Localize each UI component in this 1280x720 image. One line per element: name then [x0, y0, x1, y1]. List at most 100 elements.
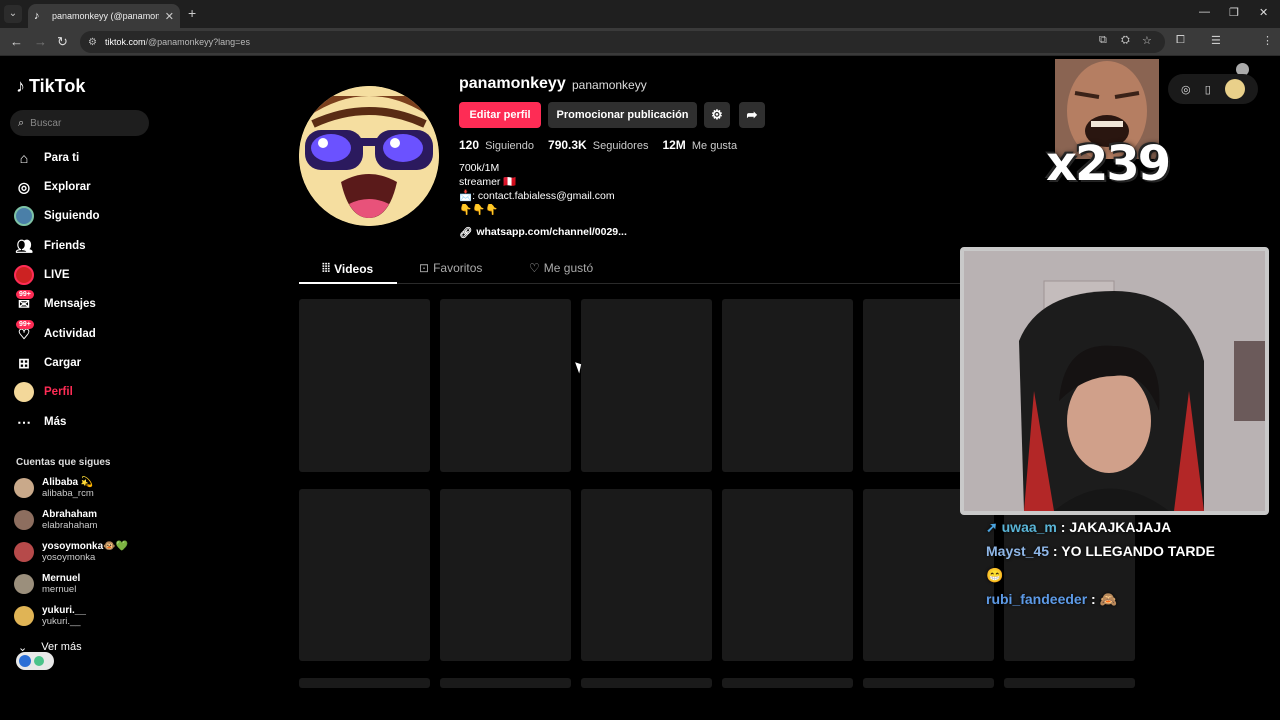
reading-list-icon[interactable]: ☰	[1211, 34, 1221, 47]
tab-videos[interactable]: ⦙⦙⦙ Videos	[322, 261, 373, 276]
video-thumbnail[interactable]	[440, 299, 571, 472]
bio-line: 👇👇👇	[459, 204, 499, 216]
following-account-item[interactable]: Alibaba 💫 alibaba_rcm	[14, 477, 94, 499]
chat-username: rubi_fandeeder	[986, 591, 1088, 607]
tiktok-note-icon: ♪	[16, 76, 25, 96]
messages-icon: ✉ 99+	[14, 290, 34, 314]
url-domain: tiktok.com	[104, 37, 146, 47]
following-account-item[interactable]: Abrahaham elabrahaham	[14, 509, 97, 531]
top-right-actions: ◎ ▯	[1168, 74, 1258, 104]
url-path: /@panamonkeyy?lang=es	[145, 37, 250, 47]
video-thumbnail[interactable]	[581, 299, 712, 472]
new-tab-button[interactable]: +	[188, 5, 196, 21]
upload-icon: ⊞	[18, 354, 30, 371]
stat-value: 12M	[662, 138, 686, 152]
sidebar-item-label: Para ti	[44, 152, 80, 164]
reload-icon[interactable]: ↻	[57, 34, 68, 50]
live-icon	[14, 265, 34, 285]
video-thumbnail[interactable]	[440, 678, 571, 688]
profile-bio: 700k/1M streamer 🇵🇪 📩: contact.fabialess…	[459, 161, 615, 217]
translate-icon[interactable]: ⛭	[1121, 34, 1130, 47]
video-thumbnail[interactable]	[440, 489, 571, 661]
stat-value: 790.3K	[548, 138, 587, 152]
tab-close-icon[interactable]: ✕	[165, 10, 174, 23]
address-bar[interactable]: ⚙ tiktok.com/@panamonkeyy?lang=es	[80, 31, 1165, 53]
bookmark-icon: ⊡	[419, 261, 430, 275]
profile-link[interactable]: 🔗︎ whatsapp.com/channel/0029...	[459, 226, 627, 239]
sidebar-item-perfil[interactable]: Perfil	[14, 381, 73, 403]
chat-message: Mayst_45 : YO LLEGANDO TARDE 😁	[986, 543, 1215, 583]
profile-avatar[interactable]	[299, 86, 439, 226]
video-thumbnail[interactable]	[722, 489, 853, 661]
avatar	[14, 542, 34, 562]
minimize-icon[interactable]: —	[1199, 6, 1210, 18]
video-thumbnail[interactable]	[299, 678, 430, 688]
forward-icon[interactable]: →	[34, 34, 47, 49]
settings-gear-icon[interactable]: ⚙	[704, 102, 730, 128]
sidebar-item-para-ti[interactable]: ⌂ Para ti	[14, 147, 79, 169]
video-thumbnail[interactable]	[581, 489, 712, 661]
chat-username: uwaa_m	[1001, 519, 1057, 535]
video-thumbnail[interactable]	[1004, 678, 1135, 688]
sidebar-item-actividad[interactable]: ♡ 99+ Actividad	[14, 320, 96, 345]
sidebar-item-mensajes[interactable]: ✉ 99+ Mensajes	[14, 290, 96, 315]
extensions-icon[interactable]: ⧠	[1176, 34, 1185, 47]
sidebar-item-siguiendo[interactable]: Siguiendo	[14, 205, 100, 227]
install-app-icon[interactable]: ⧉	[1099, 34, 1107, 47]
extension-pill[interactable]	[16, 652, 54, 670]
video-thumbnail[interactable]	[581, 678, 712, 688]
back-icon[interactable]: ←	[10, 34, 23, 49]
stat-label: Me gusta	[691, 140, 738, 152]
sidebar-item-mas[interactable]: ⋯ Más	[14, 411, 66, 433]
search-input[interactable]	[30, 117, 131, 129]
restore-icon[interactable]: ❐	[1229, 6, 1239, 19]
promote-post-button[interactable]: Promocionar publicación	[548, 102, 697, 128]
account-username: mernuel	[42, 584, 77, 595]
following-account-item[interactable]: yukuri.__ yukuri.__	[14, 605, 86, 627]
sidebar-item-cargar[interactable]: ⊞ Cargar	[14, 352, 81, 374]
following-section-title: Cuentas que sigues	[16, 457, 111, 468]
video-thumbnail[interactable]	[722, 678, 853, 688]
stat-likes: 12M Me gusta	[662, 138, 737, 152]
heart-icon: ♡	[529, 261, 540, 275]
logo-text: TikTok	[29, 76, 86, 96]
browser-menu-icon[interactable]: ⋮	[1262, 34, 1273, 47]
tiktok-logo[interactable]: ♪ TikTok	[16, 76, 85, 97]
video-thumbnail[interactable]	[299, 299, 430, 472]
tab-search-button[interactable]: ⌄	[4, 5, 22, 23]
share-icon[interactable]: ➦	[739, 102, 765, 128]
video-thumbnail[interactable]	[863, 678, 994, 688]
sidebar-item-explorar[interactable]: ◎ Explorar	[14, 176, 91, 198]
following-account-item[interactable]: yosoymonka🐵💚 yosoymonka	[14, 541, 128, 563]
browser-tab[interactable]: ♪ panamonkeyy (@panamonkeyy ✕	[28, 4, 180, 28]
bookmark-star-icon[interactable]: ☆	[1142, 34, 1152, 47]
browser-tab-bar: ⌄ ♪ panamonkeyy (@panamonkeyy ✕ + — ❐ ✕	[0, 0, 1280, 28]
video-thumbnail[interactable]	[299, 489, 430, 661]
chat-message: ➚ uwaa_m : JAKAJKAJAJA	[986, 519, 1172, 535]
activity-badge: 99+	[16, 320, 34, 329]
video-thumbnail[interactable]	[722, 299, 853, 472]
grid-icon: ⦙⦙⦙	[322, 261, 331, 275]
stat-following[interactable]: 120 Siguiendo	[459, 138, 534, 152]
friends-icon: 👥︎	[15, 237, 33, 254]
site-info-icon[interactable]: ⚙	[88, 37, 97, 48]
window-close-icon[interactable]: ✕	[1259, 6, 1268, 19]
tab-favoritos[interactable]: ⊡ Favoritos	[419, 261, 482, 275]
chat-message: rubi_fandeeder : 🙈	[986, 591, 1118, 607]
extension-icon-blue	[19, 655, 31, 667]
coin-icon[interactable]: ◎	[1181, 83, 1191, 96]
following-account-item[interactable]: Mernuel mernuel	[14, 573, 80, 595]
sidebar-item-label: Perfil	[44, 386, 73, 398]
stat-followers[interactable]: 790.3K Seguidores	[548, 138, 648, 152]
avatar	[14, 606, 34, 626]
sidebar-item-friends[interactable]: 👥︎ Friends	[14, 235, 85, 257]
profile-username: panamonkeyy	[459, 75, 566, 92]
user-avatar[interactable]	[1224, 79, 1245, 99]
tab-me-gusto[interactable]: ♡ Me gustó	[529, 261, 593, 275]
search-box[interactable]: ⌕	[10, 110, 149, 136]
edit-profile-button[interactable]: Editar perfil	[459, 102, 541, 128]
device-icon[interactable]: ▯	[1205, 83, 1211, 96]
sidebar-item-live[interactable]: LIVE	[14, 264, 70, 286]
sidebar-item-label: Explorar	[44, 181, 91, 193]
sidebar: ♪ TikTok ⌕ ⌂ Para ti ◎ Explorar Siguiend…	[0, 56, 160, 690]
